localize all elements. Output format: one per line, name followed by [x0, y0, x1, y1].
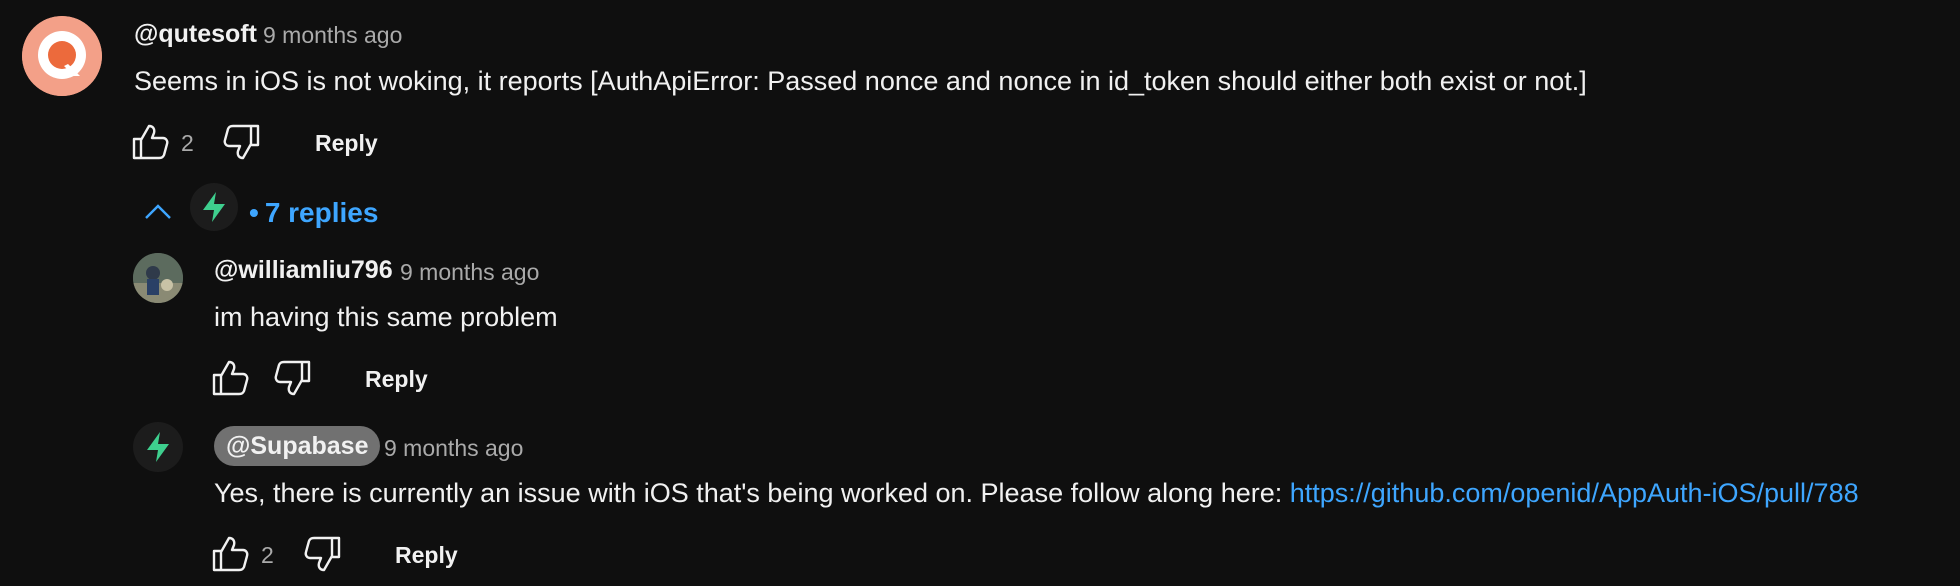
avatar-qutesoft[interactable] — [22, 16, 102, 96]
reply-button[interactable]: Reply — [315, 130, 378, 157]
reply-button[interactable]: Reply — [365, 366, 428, 393]
avatar-williamliu796[interactable] — [133, 253, 183, 303]
dislike-button[interactable] — [222, 122, 262, 162]
thumbs-down-icon — [274, 360, 311, 396]
like-count: 2 — [261, 542, 274, 568]
comment-text: Seems in iOS is not woking, it reports [… — [134, 66, 1587, 96]
supabase-logo-icon — [203, 192, 225, 222]
reply-text: Yes, there is currently an issue with iO… — [214, 478, 1859, 509]
reply-button[interactable]: Reply — [395, 542, 458, 569]
replies-toggle[interactable]: • 7 replies — [249, 197, 378, 229]
thumbs-up-icon — [132, 124, 169, 160]
like-button[interactable] — [210, 358, 250, 398]
like-button[interactable] — [130, 122, 170, 162]
comment-timestamp[interactable]: 9 months ago — [263, 22, 402, 49]
supabase-logo-icon — [147, 432, 169, 462]
reply-timestamp[interactable]: 9 months ago — [384, 435, 523, 462]
reply-timestamp[interactable]: 9 months ago — [400, 259, 539, 286]
replies-count-label[interactable]: 7 replies — [265, 197, 379, 228]
collapse-replies-button[interactable] — [143, 198, 173, 224]
dislike-button[interactable] — [303, 534, 343, 574]
like-count: 2 — [181, 130, 194, 156]
thumbs-up-icon — [212, 536, 249, 572]
bullet-separator: • — [249, 197, 259, 228]
reply-link[interactable]: https://github.com/openid/AppAuth-iOS/pu… — [1290, 478, 1859, 508]
dislike-button[interactable] — [273, 358, 313, 398]
thumbs-up-icon — [212, 360, 249, 396]
thumbs-down-icon — [223, 124, 260, 160]
like-button[interactable] — [210, 534, 250, 574]
creator-badge[interactable]: @Supabase — [214, 426, 381, 466]
chevron-up-icon — [145, 204, 171, 219]
reply-text: im having this same problem — [214, 302, 558, 332]
avatar-supabase[interactable] — [133, 422, 183, 472]
avatar-supabase-small — [190, 183, 238, 231]
reply-author[interactable]: @williamliu796 — [214, 256, 393, 285]
thumbs-down-icon — [304, 536, 341, 572]
qutesoft-logo-icon — [22, 16, 102, 96]
reply-text-body: Yes, there is currently an issue with iO… — [214, 478, 1290, 508]
comment-author[interactable]: @qutesoft — [134, 20, 257, 49]
user-photo-icon — [133, 253, 183, 303]
